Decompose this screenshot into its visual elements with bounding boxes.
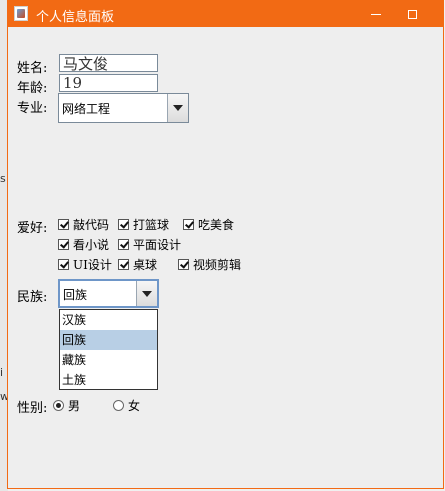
background-text-fragment: i <box>0 366 4 379</box>
hobby-label: 爱好: <box>17 221 48 236</box>
ethnic-option[interactable]: 汉族 <box>60 310 157 330</box>
title-bar[interactable]: 个人信息面板 <box>8 1 443 27</box>
hobby-checkbox-billiards[interactable]: 桌球 <box>118 256 157 272</box>
chevron-down-icon <box>142 290 152 297</box>
checkbox-checked-icon <box>58 238 69 250</box>
checkbox-checked-icon <box>58 218 69 230</box>
radio-unselected-icon <box>113 399 124 411</box>
java-app-icon <box>14 6 28 21</box>
hobby-checkbox-food[interactable]: 吃美食 <box>183 216 234 232</box>
maximize-button[interactable] <box>397 1 427 27</box>
checkbox-checked-icon <box>118 218 129 230</box>
name-field[interactable] <box>59 54 158 72</box>
background-text-fragment: s <box>0 172 6 185</box>
personal-info-window: 个人信息面板 姓名: 年龄: 专业: 网络工程 爱好: 敲代码 打篮球 吃美食 … <box>7 0 444 489</box>
ethnic-option[interactable]: 藏族 <box>60 350 157 370</box>
minimize-button[interactable] <box>361 1 391 27</box>
chevron-down-icon <box>173 105 183 111</box>
ethnic-combobox[interactable]: 回族 <box>58 279 159 308</box>
major-label: 专业: <box>17 101 48 116</box>
checkbox-checked-icon <box>118 258 129 270</box>
checkbox-checked-icon <box>58 258 69 270</box>
age-label: 年龄: <box>17 81 48 96</box>
age-field[interactable] <box>59 74 158 92</box>
radio-selected-icon <box>53 399 64 411</box>
minimize-icon <box>371 13 381 15</box>
hobby-checkbox-video-editing[interactable]: 视频剪辑 <box>178 256 241 272</box>
ethnic-dropdown-list: 汉族 回族 藏族 土族 <box>59 309 158 390</box>
gender-radio-female[interactable]: 女 <box>113 397 140 413</box>
ethnic-dropdown-button[interactable] <box>136 281 157 306</box>
ethnic-option-selected[interactable]: 回族 <box>60 330 157 350</box>
checkbox-checked-icon <box>118 238 129 250</box>
ethnic-label: 民族: <box>17 290 48 305</box>
hobby-checkbox-graphic-design[interactable]: 平面设计 <box>118 236 181 252</box>
hobby-checkbox-novels[interactable]: 看小说 <box>58 236 109 252</box>
checkbox-checked-icon <box>183 218 194 230</box>
hobby-checkbox-coding[interactable]: 敲代码 <box>58 216 109 232</box>
ethnic-option[interactable]: 土族 <box>60 370 157 390</box>
gender-label: 性别: <box>17 401 48 416</box>
major-dropdown-button[interactable] <box>167 94 188 122</box>
gender-radio-male[interactable]: 男 <box>53 397 80 413</box>
name-label: 姓名: <box>17 61 48 76</box>
hobby-checkbox-basketball[interactable]: 打篮球 <box>118 216 169 232</box>
maximize-icon <box>407 9 417 19</box>
major-combobox[interactable]: 网络工程 <box>58 93 189 123</box>
window-title: 个人信息面板 <box>36 10 115 25</box>
ethnic-selected-value: 回族 <box>63 288 88 302</box>
major-selected-value: 网络工程 <box>62 102 111 116</box>
checkbox-checked-icon <box>178 258 189 270</box>
hobby-checkbox-ui-design[interactable]: UI设计 <box>58 256 112 272</box>
